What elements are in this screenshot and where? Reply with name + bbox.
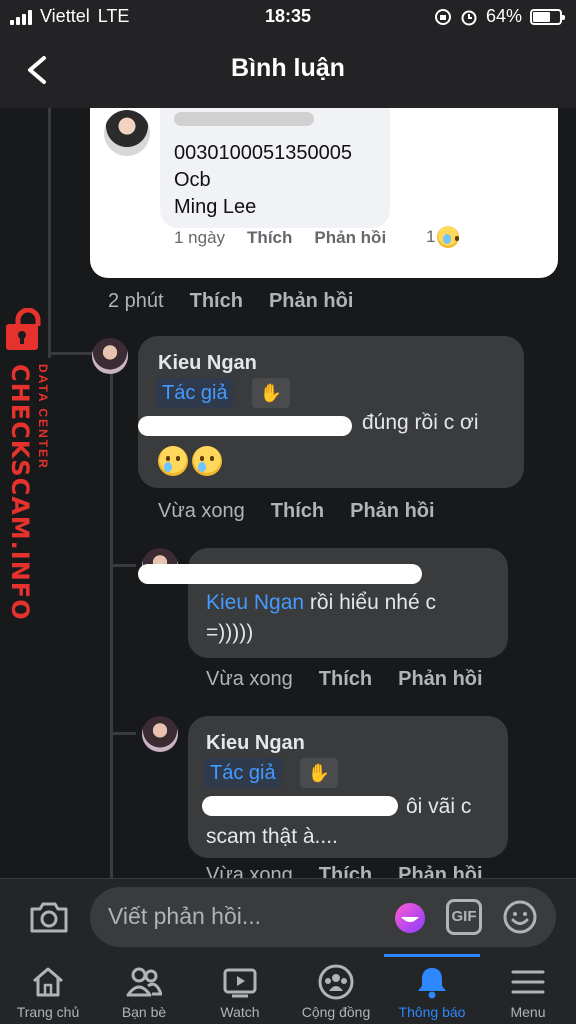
reply-button[interactable]: Phản hồi [350,500,434,523]
like-button[interactable]: Thích [319,864,372,878]
rotation-lock-icon [434,8,451,25]
comment-text: đúng rồi c ơi [362,411,479,434]
comment-time: 1 ngày [174,228,226,247]
avatar[interactable] [142,716,178,752]
parent-comment-card: 0030100051350005 Ocb Ming Lee 1 ngày Thí… [90,108,558,278]
comment-bubble: Kieu Ngan Tác giả ✋ đúng rồi c ơi [138,336,524,488]
tab-label: Thông báo [398,1004,466,1020]
comment-time: 2 phút [108,290,164,312]
comment-text: scam thật à.... [206,825,338,848]
mention-link[interactable]: Kieu Ngan [206,591,304,614]
redaction-scribble [202,796,398,816]
reply-button[interactable]: Phản hồi [314,228,386,248]
comment-time: Vừa xong [158,500,245,522]
watermark: CHECKSCAM.INFO DATA CENTER [0,308,64,621]
comment-line: Ocb [174,169,211,191]
tab-watch[interactable]: Watch [192,954,288,1024]
comment-line: Ming Lee [174,196,257,218]
comment-meta: Vừa xong Thích Phản hồi [206,668,483,691]
tab-home[interactable]: Trang chủ [0,954,96,1024]
comment-meta: Vừa xong Thích Phản hồi [206,864,483,878]
avatar[interactable] [92,338,128,374]
status-right: 64% [434,6,565,27]
tab-friends[interactable]: Bạn bè [96,954,192,1024]
like-button[interactable]: Thích [271,500,324,523]
sad-face-icon [437,226,460,248]
comment-text-part: rồi hiểu nhé c [304,591,436,614]
redaction-scribble [138,416,352,436]
battery-icon [530,8,565,25]
camera-icon[interactable] [28,899,70,935]
comments-list[interactable]: 0030100051350005 Ocb Ming Lee 1 ngày Thí… [0,108,576,878]
comment-bubble: Kieu Ngan rồi hiểu nhé c =))))) [138,548,508,658]
avatar[interactable] [104,110,150,156]
groups-icon [318,964,354,1000]
like-button[interactable]: Thích [247,228,292,248]
menu-icon [511,970,545,994]
crying-face-icon [158,446,188,476]
comment-author[interactable]: Kieu Ngan [158,352,257,375]
comment-line: 0030100051350005 [174,142,352,164]
reaction-count: 1 [426,227,436,246]
watch-icon [223,968,257,998]
tab-label: Bạn bè [121,1004,167,1020]
like-button[interactable]: Thích [319,668,372,691]
comment-text: Kieu Ngan rồi hiểu nhé c [206,588,436,618]
lock-icon [6,308,41,350]
comment-time: Vừa xong [206,668,293,690]
reply-input[interactable]: Viết phản hồi... GIF [90,887,556,947]
reply-button[interactable]: Phản hồi [269,290,353,313]
comment-author[interactable]: Kieu Ngan [206,732,305,755]
comment-meta: 2 phút Thích Phản hồi [108,290,353,313]
friends-icon [126,967,162,997]
emoji-icon[interactable] [502,899,538,935]
author-badge: Tác giả [156,378,234,408]
thread-line [110,732,136,735]
reply-placeholder: Viết phản hồi... [108,903,262,929]
tab-groups[interactable]: Cộng đồng [288,954,384,1024]
comment-text: =))))) [206,621,254,644]
wave-icon[interactable]: ✋ [300,758,338,788]
tab-bar: Trang chủ Bạn bè Watch Cộng đồng Thông b… [0,954,576,1024]
redaction-scribble [174,112,314,126]
alarm-icon [461,10,477,25]
header: Bình luận [0,34,576,108]
thread-line [110,364,113,878]
comment-meta: Vừa xong Thích Phản hồi [158,500,435,523]
reply-button[interactable]: Phản hồi [398,668,482,691]
like-button[interactable]: Thích [190,290,243,313]
crying-face-icon [192,446,222,476]
tab-label: Cộng đồng [301,1004,371,1020]
thread-line [110,564,136,567]
tab-notifications[interactable]: Thông báo [384,954,480,1024]
watermark-subtitle: DATA CENTER [36,364,50,470]
tab-label: Trang chủ [16,1004,80,1020]
tab-label: Watch [220,1004,260,1020]
comment-meta: 1 ngày Thích Phản hồi [174,228,386,248]
author-badge: Tác giả [204,758,282,788]
avatar-sticker-icon[interactable] [392,899,428,935]
watermark-title: CHECKSCAM.INFO [6,364,34,621]
emoji-row [158,446,222,476]
tab-menu[interactable]: Menu [480,954,576,1024]
comment-bubble: Kieu Ngan Tác giả ✋ ôi vãi c scam thật à… [188,716,508,858]
home-icon [33,967,63,997]
tab-label: Menu [510,1004,546,1020]
wave-icon[interactable]: ✋ [252,378,290,408]
reaction-summary[interactable]: 1 [426,226,460,248]
bell-icon [418,968,446,999]
battery-percent: 64% [485,6,522,26]
reply-button[interactable]: Phản hồi [398,864,482,878]
gif-icon[interactable]: GIF [446,899,482,935]
redaction-scribble [138,564,422,584]
reply-composer: Viết phản hồi... GIF [0,878,576,954]
status-bar: Viettel LTE 18:35 64% [0,0,576,34]
page-title: Bình luận [231,54,345,82]
comment-text: ôi vãi c [406,795,472,818]
comment-time: Vừa xong [206,864,293,878]
